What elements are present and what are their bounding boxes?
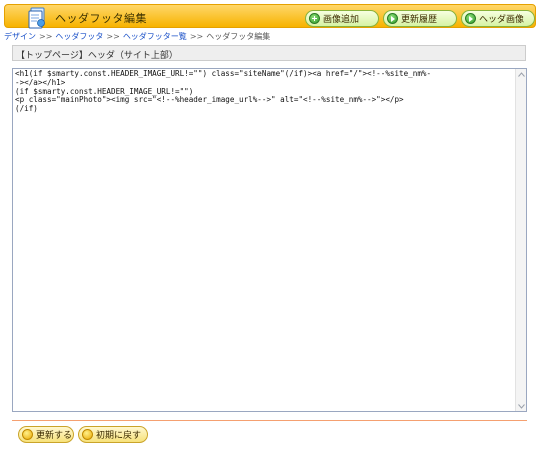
- arrow-right-icon: [387, 13, 398, 24]
- breadcrumb-separator: >>: [39, 32, 53, 41]
- breadcrumb-separator: >>: [189, 32, 204, 41]
- bullet-icon: [22, 429, 33, 440]
- update-label: 更新する: [36, 431, 73, 441]
- header-bar: ヘッダフッタ編集 画像追加 更新履歴 ヘッダ画像: [4, 4, 536, 29]
- code-textarea[interactable]: <h1(if $smarty.const.HEADER_IMAGE_URL!="…: [13, 69, 515, 411]
- scroll-up-icon[interactable]: [516, 69, 526, 79]
- breadcrumb-link-design[interactable]: デザイン: [4, 32, 36, 41]
- footer-divider: [12, 420, 527, 421]
- update-history-label: 更新履歴: [401, 15, 438, 25]
- reset-label: 初期に戻す: [96, 431, 142, 441]
- document-edit-icon: [28, 7, 45, 29]
- breadcrumb-separator: >>: [106, 32, 120, 41]
- breadcrumb-link-header-footer-list[interactable]: ヘッダフッター覧: [123, 32, 187, 41]
- bullet-icon: [82, 429, 93, 440]
- update-button[interactable]: 更新する: [18, 426, 74, 443]
- arrow-right-icon: [465, 13, 476, 24]
- scroll-down-icon[interactable]: [516, 401, 526, 411]
- add-image-button[interactable]: 画像追加: [305, 10, 379, 27]
- update-history-button[interactable]: 更新履歴: [383, 10, 457, 27]
- plus-icon: [309, 13, 320, 24]
- header-image-button[interactable]: ヘッダ画像: [461, 10, 535, 27]
- reset-button[interactable]: 初期に戻す: [78, 426, 148, 443]
- section-title: 【トップページ】ヘッダ（サイト上部）: [12, 45, 526, 61]
- page-title: ヘッダフッタ編集: [55, 12, 147, 25]
- header-image-label: ヘッダ画像: [479, 15, 525, 25]
- breadcrumb-current: ヘッダフッタ編集: [206, 32, 271, 41]
- breadcrumb: デザイン >> ヘッダフッタ >> ヘッダフッター覧 >> ヘッダフッタ編集: [4, 31, 270, 43]
- vertical-scrollbar[interactable]: [515, 69, 526, 411]
- add-image-label: 画像追加: [323, 15, 360, 25]
- code-editor[interactable]: <h1(if $smarty.const.HEADER_IMAGE_URL!="…: [12, 68, 527, 412]
- breadcrumb-link-header-footer[interactable]: ヘッダフッタ: [55, 32, 103, 41]
